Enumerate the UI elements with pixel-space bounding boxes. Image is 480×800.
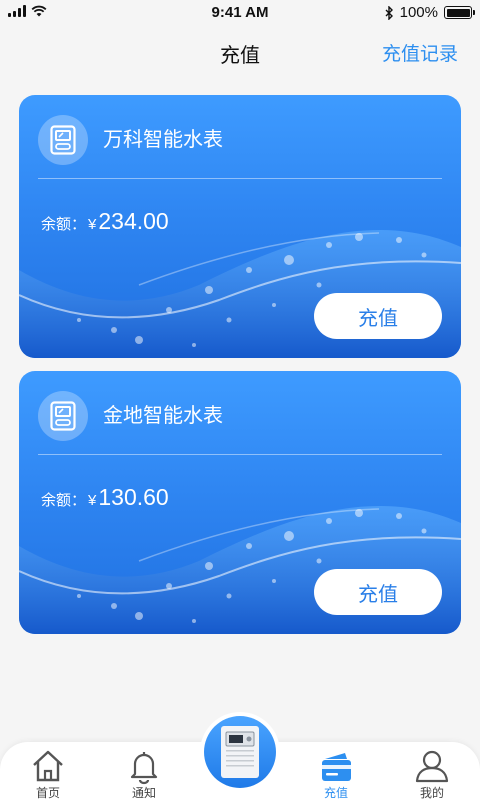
bell-icon [130, 752, 158, 785]
user-icon [415, 750, 449, 783]
recharge-records-link[interactable]: 充值记录 [382, 39, 458, 66]
center-meter-button-inner [204, 716, 276, 788]
meter-name: 金地智能水表 [103, 405, 223, 427]
center-meter-button[interactable] [200, 712, 280, 792]
water-meter-badge [38, 391, 88, 441]
tab-notifications[interactable]: 通知 [96, 742, 192, 800]
status-right: 100% [385, 4, 475, 21]
tab-home[interactable]: 首页 [0, 742, 96, 800]
recharge-button[interactable]: 充值 [314, 293, 442, 339]
card-divider [38, 454, 442, 455]
balance-amount: 234.00 [98, 208, 169, 234]
currency-symbol: ¥ [88, 216, 97, 233]
balance: 余额： ¥ 234.00 [41, 208, 169, 235]
meter-name: 万科智能水表 [103, 129, 223, 151]
meter-card[interactable]: 万科智能水表 余额： ¥ 234.00 充值 [19, 95, 461, 358]
tab-profile[interactable]: 我的 [384, 742, 480, 800]
card-divider [38, 178, 442, 179]
battery-icon [444, 6, 475, 19]
status-bar: 9:41 AM 100% [0, 0, 480, 24]
balance-label: 余额： [41, 216, 87, 233]
tab-recharge[interactable]: 充值 [288, 742, 384, 800]
nav-bar: 充值 充值记录 [0, 24, 480, 78]
tab-label: 我的 [419, 786, 444, 800]
water-meter-icon [50, 125, 76, 155]
balance-label: 余额： [41, 492, 87, 509]
water-meter-icon [50, 401, 76, 431]
bluetooth-icon [385, 5, 393, 20]
tab-label: 首页 [35, 786, 60, 800]
balance-amount: 130.60 [98, 484, 169, 510]
recharge-button[interactable]: 充值 [314, 569, 442, 615]
water-meter-badge [38, 115, 88, 165]
battery-fill [446, 8, 470, 17]
tab-label: 充值 [323, 786, 348, 800]
balance: 余额： ¥ 130.60 [41, 484, 169, 511]
currency-symbol: ¥ [88, 492, 97, 509]
home-icon [33, 750, 63, 782]
battery-percent: 100% [399, 4, 438, 21]
tab-label: 通知 [131, 786, 156, 800]
meter-card[interactable]: 金地智能水表 余额： ¥ 130.60 充值 [19, 371, 461, 634]
water-meter-icon [221, 726, 259, 778]
card-icon [322, 753, 351, 781]
